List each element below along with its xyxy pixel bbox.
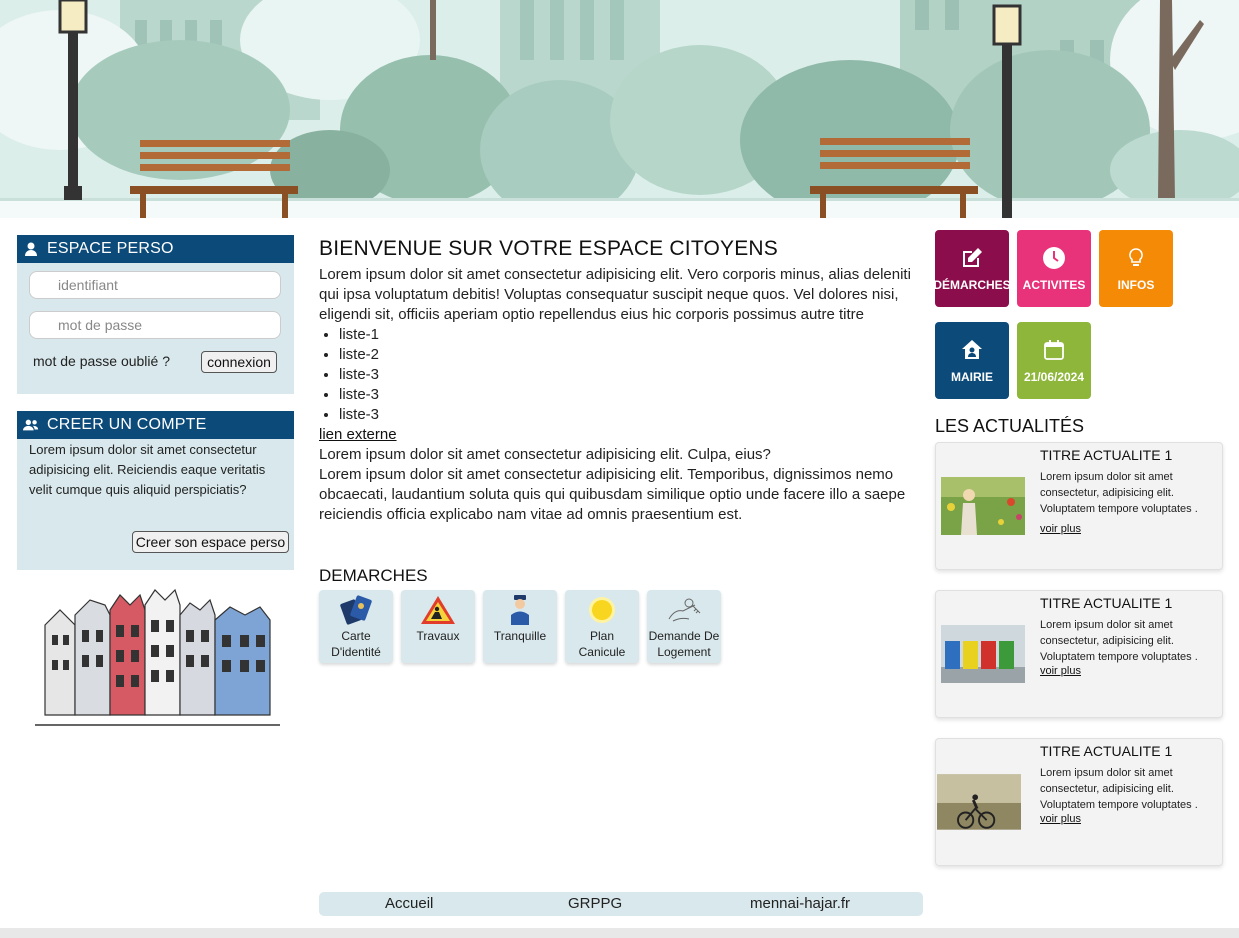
news-title: TITRE ACTUALITE 1 [1040,447,1173,463]
demarche-plan-canicule[interactable]: Plan Canicule [565,590,639,663]
demarche-label: Travaux [416,629,460,643]
intro-text: Lorem ipsum dolor sit amet consectetur a… [319,266,911,323]
news-text: Lorem ipsum dolor sit amet consectetur, … [1040,619,1198,663]
paragraph-2: Lorem ipsum dolor sit amet consectetur a… [319,466,906,523]
sun-icon [582,592,622,628]
list-item: liste-3 [339,365,919,385]
username-input[interactable]: identifiant [29,271,281,299]
news-thumbnail [941,477,1025,535]
tile-demarches[interactable]: DÉMARCHES [933,230,1011,307]
park-illustration [0,0,1239,218]
create-account-title: CREER UN COMPTE [47,416,207,433]
read-more-link[interactable]: voir plus [1040,813,1081,825]
news-card[interactable]: TITRE ACTUALITE 1 Lorem ipsum dolor sit … [935,738,1223,866]
users-icon [23,419,39,431]
main-content: BIENVENUE SUR VOTRE ESPACE CITOYENS Lore… [319,236,919,525]
news-title: TITRE ACTUALITE 1 [1040,595,1173,611]
tile-date[interactable]: 21/06/2024 [1017,322,1091,399]
footer-bar: Accueil GRPPG mennai-hajar.fr [319,892,923,916]
tile-label: INFOS [1117,277,1155,292]
hero-banner [0,0,1239,218]
read-more-link[interactable]: voir plus [1040,665,1081,677]
content-list: liste-1 liste-2 liste-3 liste-3 liste-3 [319,325,919,425]
login-panel-header: ESPACE PERSO [17,235,294,263]
footer-link-grppg[interactable]: GRPPG [568,895,622,912]
demarche-travaux[interactable]: Travaux [401,590,475,663]
houses-illustration [35,588,280,726]
roadworks-icon [418,592,458,628]
police-icon [500,592,540,628]
connexion-button[interactable]: connexion [201,351,277,373]
edit-icon [963,247,982,267]
calendar-icon [1044,339,1064,360]
tile-infos[interactable]: INFOS [1099,230,1173,307]
clock-icon [1043,246,1065,269]
forgot-password-link[interactable]: mot de passe oublié ? [33,353,170,369]
tile-label: DÉMARCHES [933,277,1011,292]
tile-mairie[interactable]: MAIRIE [935,322,1009,399]
news-thumbnail [941,625,1025,683]
news-card[interactable]: TITRE ACTUALITE 1 Lorem ipsum dolor sit … [935,590,1223,718]
create-account-text: Lorem ipsum dolor sit amet consectetur a… [29,442,266,497]
demarche-label: Demande De Logement [648,629,720,659]
id-card-icon [336,592,376,628]
key-hand-icon [664,592,704,628]
tile-label: ACTIVITES [1022,277,1086,292]
create-account-button[interactable]: Creer son espace perso [132,531,289,553]
demarches-title: DEMARCHES [319,566,428,585]
news-title: TITRE ACTUALITE 1 [1040,743,1173,759]
news-text: Lorem ipsum dolor sit amet consectetur, … [1040,471,1198,515]
footer-link-accueil[interactable]: Accueil [385,895,433,912]
tile-label: 21/06/2024 [1023,369,1085,384]
list-item: liste-2 [339,345,919,365]
news-thumbnail [937,774,1021,830]
external-link[interactable]: lien externe [319,426,397,443]
demarche-tranquille[interactable]: Tranquille [483,590,557,663]
demarche-label: Plan Canicule [578,629,626,659]
news-card[interactable]: TITRE ACTUALITE 1 Lorem ipsum dolor sit … [935,442,1223,570]
login-panel: ESPACE PERSO identifiant mot de passe mo… [17,235,294,394]
tile-label: MAIRIE [951,369,993,384]
create-account-panel: CREER UN COMPTE Lorem ipsum dolor sit am… [17,411,294,570]
demarches-list: Carte D'identité Travaux Tranquille Plan… [319,590,721,663]
create-account-header: CREER UN COMPTE [17,411,294,439]
login-panel-title: ESPACE PERSO [47,240,174,257]
read-more-link[interactable]: voir plus [1040,523,1081,535]
list-item: liste-3 [339,405,919,425]
list-item: liste-3 [339,385,919,405]
lightbulb-icon [1129,247,1143,266]
list-item: liste-1 [339,325,919,345]
news-text: Lorem ipsum dolor sit amet consectetur, … [1040,767,1198,811]
demarche-logement[interactable]: Demande De Logement [647,590,721,663]
tile-activites[interactable]: ACTIVITES [1017,230,1091,307]
news-heading: LES ACTUALITÉS [935,416,1085,436]
town-hall-icon [962,339,982,359]
page-title: BIENVENUE SUR VOTRE ESPACE CITOYENS [319,237,778,260]
demarche-label: Carte D'identité [331,629,381,659]
page-bottom-strip [0,928,1239,938]
paragraph-1: Lorem ipsum dolor sit amet consectetur a… [319,446,771,463]
user-icon [25,242,37,256]
password-input[interactable]: mot de passe [29,311,281,339]
demarche-id-card[interactable]: Carte D'identité [319,590,393,663]
demarche-label: Tranquille [493,629,547,643]
footer-link-site[interactable]: mennai-hajar.fr [750,895,850,912]
